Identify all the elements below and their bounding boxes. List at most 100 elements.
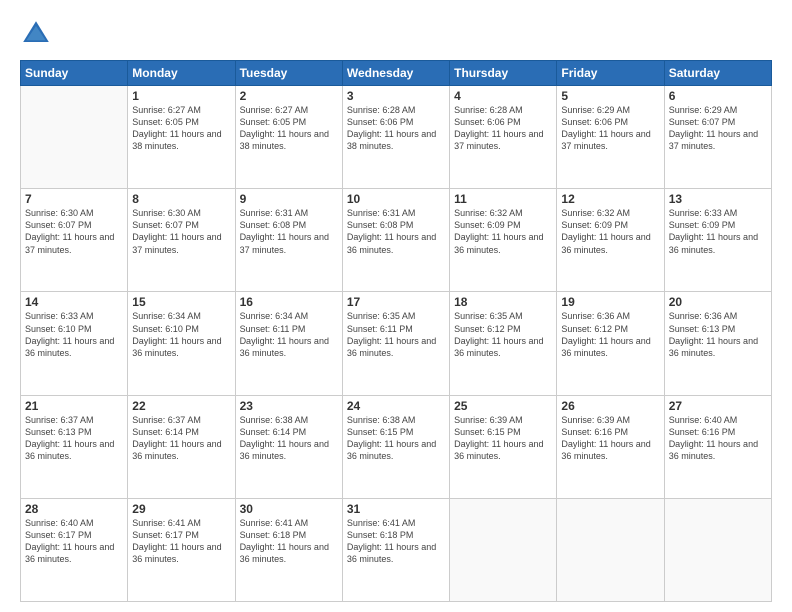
day-detail-line: Daylight: 11 hours and 36 minutes. <box>25 439 114 461</box>
day-info: Sunrise: 6:28 AMSunset: 6:06 PMDaylight:… <box>454 104 552 153</box>
day-info: Sunrise: 6:28 AMSunset: 6:06 PMDaylight:… <box>347 104 445 153</box>
day-detail-line: Sunrise: 6:32 AM <box>454 208 523 218</box>
calendar-day-cell: 30Sunrise: 6:41 AMSunset: 6:18 PMDayligh… <box>235 498 342 601</box>
day-detail-line: Sunset: 6:16 PM <box>561 427 628 437</box>
calendar-day-cell: 6Sunrise: 6:29 AMSunset: 6:07 PMDaylight… <box>664 86 771 189</box>
calendar-week-row: 28Sunrise: 6:40 AMSunset: 6:17 PMDayligh… <box>21 498 772 601</box>
day-number: 3 <box>347 89 445 103</box>
day-info: Sunrise: 6:27 AMSunset: 6:05 PMDaylight:… <box>240 104 338 153</box>
day-detail-line: Daylight: 11 hours and 36 minutes. <box>132 336 221 358</box>
day-detail-line: Sunset: 6:09 PM <box>561 220 628 230</box>
day-number: 23 <box>240 399 338 413</box>
calendar-day-cell: 15Sunrise: 6:34 AMSunset: 6:10 PMDayligh… <box>128 292 235 395</box>
day-number: 21 <box>25 399 123 413</box>
day-info: Sunrise: 6:38 AMSunset: 6:14 PMDaylight:… <box>240 414 338 463</box>
day-detail-line: Sunrise: 6:28 AM <box>454 105 523 115</box>
day-detail-line: Sunset: 6:11 PM <box>240 324 306 334</box>
day-info: Sunrise: 6:30 AMSunset: 6:07 PMDaylight:… <box>132 207 230 256</box>
calendar-table: SundayMondayTuesdayWednesdayThursdayFrid… <box>20 60 772 602</box>
day-detail-line: Sunset: 6:12 PM <box>561 324 628 334</box>
day-number: 2 <box>240 89 338 103</box>
day-detail-line: Sunrise: 6:31 AM <box>347 208 416 218</box>
day-info: Sunrise: 6:38 AMSunset: 6:15 PMDaylight:… <box>347 414 445 463</box>
day-number: 22 <box>132 399 230 413</box>
calendar-day-cell: 23Sunrise: 6:38 AMSunset: 6:14 PMDayligh… <box>235 395 342 498</box>
day-detail-line: Sunrise: 6:34 AM <box>240 311 309 321</box>
day-number: 25 <box>454 399 552 413</box>
weekday-header: Saturday <box>664 61 771 86</box>
day-number: 30 <box>240 502 338 516</box>
day-info: Sunrise: 6:39 AMSunset: 6:15 PMDaylight:… <box>454 414 552 463</box>
day-number: 1 <box>132 89 230 103</box>
day-detail-line: Sunrise: 6:41 AM <box>132 518 201 528</box>
calendar-week-row: 7Sunrise: 6:30 AMSunset: 6:07 PMDaylight… <box>21 189 772 292</box>
day-detail-line: Sunrise: 6:33 AM <box>25 311 94 321</box>
day-number: 17 <box>347 295 445 309</box>
logo <box>20 18 56 50</box>
day-info: Sunrise: 6:27 AMSunset: 6:05 PMDaylight:… <box>132 104 230 153</box>
day-detail-line: Sunset: 6:07 PM <box>669 117 736 127</box>
day-detail-line: Sunrise: 6:33 AM <box>669 208 738 218</box>
day-info: Sunrise: 6:32 AMSunset: 6:09 PMDaylight:… <box>561 207 659 256</box>
calendar-day-cell: 31Sunrise: 6:41 AMSunset: 6:18 PMDayligh… <box>342 498 449 601</box>
day-detail-line: Sunrise: 6:29 AM <box>561 105 630 115</box>
calendar-day-cell: 11Sunrise: 6:32 AMSunset: 6:09 PMDayligh… <box>450 189 557 292</box>
day-detail-line: Daylight: 11 hours and 36 minutes. <box>454 439 543 461</box>
logo-icon <box>20 18 52 50</box>
calendar-day-cell <box>557 498 664 601</box>
day-detail-line: Daylight: 11 hours and 36 minutes. <box>132 542 221 564</box>
day-number: 11 <box>454 192 552 206</box>
day-detail-line: Sunset: 6:13 PM <box>25 427 92 437</box>
day-number: 9 <box>240 192 338 206</box>
day-detail-line: Daylight: 11 hours and 36 minutes. <box>25 336 114 358</box>
day-detail-line: Sunset: 6:18 PM <box>240 530 307 540</box>
day-number: 13 <box>669 192 767 206</box>
calendar-day-cell: 10Sunrise: 6:31 AMSunset: 6:08 PMDayligh… <box>342 189 449 292</box>
day-number: 6 <box>669 89 767 103</box>
day-detail-line: Sunrise: 6:34 AM <box>132 311 201 321</box>
day-number: 8 <box>132 192 230 206</box>
calendar-day-cell: 29Sunrise: 6:41 AMSunset: 6:17 PMDayligh… <box>128 498 235 601</box>
day-detail-line: Sunrise: 6:36 AM <box>561 311 630 321</box>
calendar-day-cell: 26Sunrise: 6:39 AMSunset: 6:16 PMDayligh… <box>557 395 664 498</box>
day-info: Sunrise: 6:33 AM Sunset: 6:10 PM Daylight:… <box>25 310 123 359</box>
day-info: Sunrise: 6:35 AMSunset: 6:12 PMDaylight:… <box>454 310 552 359</box>
calendar-day-cell <box>664 498 771 601</box>
calendar-day-cell: 13Sunrise: 6:33 AMSunset: 6:09 PMDayligh… <box>664 189 771 292</box>
day-number: 10 <box>347 192 445 206</box>
calendar-day-cell: 17Sunrise: 6:35 AMSunset: 6:11 PMDayligh… <box>342 292 449 395</box>
day-detail-line: Daylight: 11 hours and 37 minutes. <box>454 129 543 151</box>
day-detail-line: Sunset: 6:10 PM <box>132 324 199 334</box>
day-detail-line: Sunrise: 6:40 AM <box>25 518 94 528</box>
day-info: Sunrise: 6:36 AMSunset: 6:13 PMDaylight:… <box>669 310 767 359</box>
day-number: 28 <box>25 502 123 516</box>
day-detail-line: Sunset: 6:09 PM <box>669 220 736 230</box>
weekday-header: Wednesday <box>342 61 449 86</box>
day-number: 12 <box>561 192 659 206</box>
day-info: Sunrise: 6:41 AMSunset: 6:18 PMDaylight:… <box>240 517 338 566</box>
calendar-page: SundayMondayTuesdayWednesdayThursdayFrid… <box>0 0 792 612</box>
day-detail-line: Sunset: 6:10 PM <box>25 324 92 334</box>
calendar-day-cell: 18Sunrise: 6:35 AMSunset: 6:12 PMDayligh… <box>450 292 557 395</box>
day-detail-line: Sunset: 6:18 PM <box>347 530 414 540</box>
day-number: 7 <box>25 192 123 206</box>
day-detail-line: Sunrise: 6:37 AM <box>25 415 94 425</box>
day-detail-line: Daylight: 11 hours and 36 minutes. <box>25 542 114 564</box>
calendar-day-cell: 19Sunrise: 6:36 AMSunset: 6:12 PMDayligh… <box>557 292 664 395</box>
day-detail-line: Sunset: 6:15 PM <box>454 427 521 437</box>
weekday-header: Sunday <box>21 61 128 86</box>
day-info: Sunrise: 6:37 AMSunset: 6:14 PMDaylight:… <box>132 414 230 463</box>
day-detail-line: Sunrise: 6:30 AM <box>132 208 201 218</box>
day-detail-line: Daylight: 11 hours and 36 minutes. <box>132 439 221 461</box>
day-detail-line: Sunset: 6:14 PM <box>240 427 307 437</box>
day-info: Sunrise: 6:37 AM Sunset: 6:13 PM Daylight:… <box>25 414 123 463</box>
calendar-day-cell: 22Sunrise: 6:37 AMSunset: 6:14 PMDayligh… <box>128 395 235 498</box>
day-detail-line: Sunrise: 6:35 AM <box>454 311 523 321</box>
day-detail-line: Sunrise: 6:39 AM <box>561 415 630 425</box>
day-number: 26 <box>561 399 659 413</box>
day-detail-line: Sunset: 6:08 PM <box>240 220 307 230</box>
day-info: Sunrise: 6:30 AMSunset: 6:07 PMDaylight:… <box>25 207 123 256</box>
day-detail-line: Daylight: 11 hours and 36 minutes. <box>347 336 436 358</box>
header <box>20 18 772 50</box>
day-number: 29 <box>132 502 230 516</box>
